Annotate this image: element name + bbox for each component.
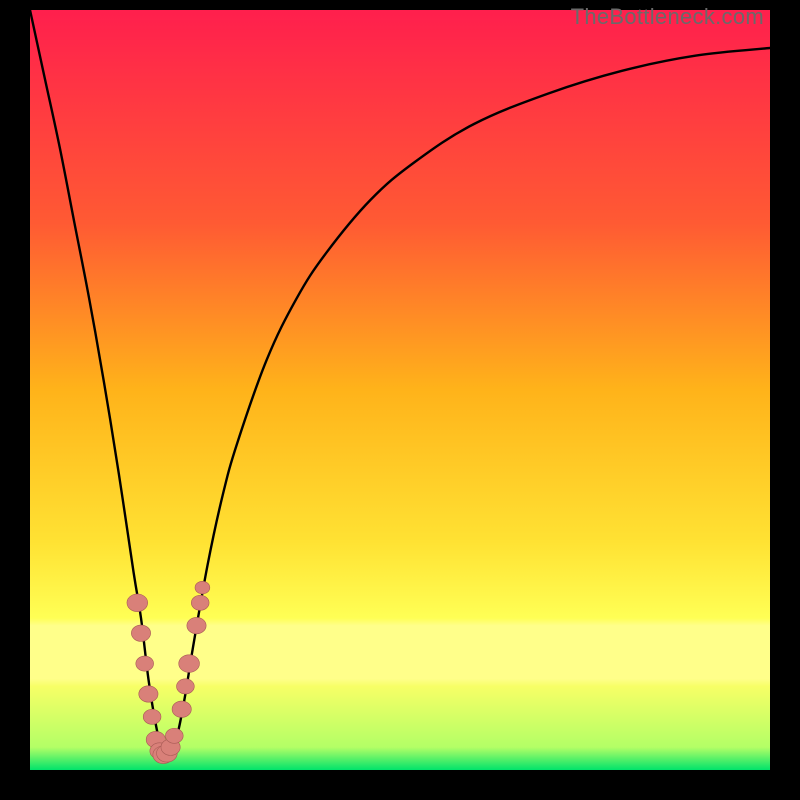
curve-marker: [139, 686, 158, 702]
curve-marker: [179, 655, 200, 673]
bottleneck-curve: [30, 10, 770, 758]
curve-markers: [127, 581, 210, 763]
curve-marker: [195, 581, 210, 594]
curve-marker: [136, 656, 154, 671]
curve-marker: [187, 617, 206, 633]
curve-layer: [30, 10, 770, 770]
curve-marker: [143, 709, 161, 724]
curve-marker: [172, 701, 191, 717]
curve-marker: [131, 625, 150, 641]
watermark-text: TheBottleneck.com: [571, 4, 764, 30]
curve-marker: [127, 594, 148, 612]
plot-area: [30, 10, 770, 770]
curve-marker: [191, 595, 209, 610]
chart-frame: TheBottleneck.com: [0, 0, 800, 800]
curve-marker: [165, 728, 183, 743]
curve-marker: [177, 679, 195, 694]
